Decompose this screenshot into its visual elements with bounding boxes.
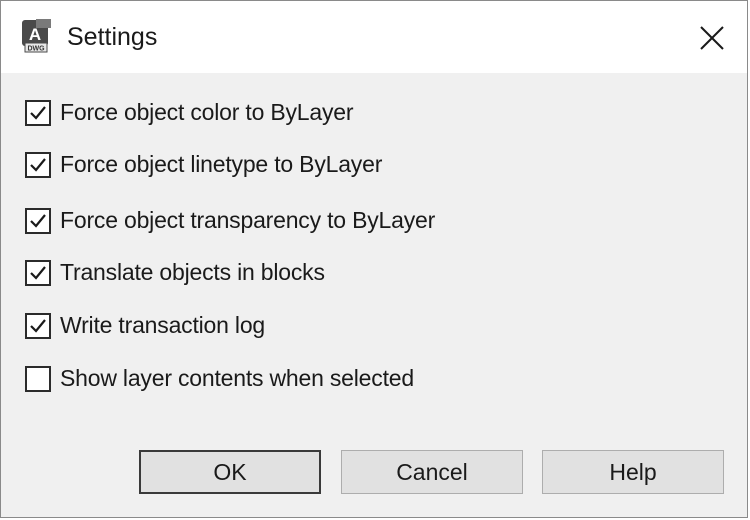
option-label: Write transaction log	[60, 312, 266, 338]
option-force-color[interactable]: Force object color to ByLayer	[25, 99, 354, 126]
checkbox[interactable]	[25, 259, 51, 286]
cancel-button[interactable]: Cancel	[341, 450, 523, 494]
option-label: Translate objects in blocks	[60, 259, 325, 285]
checkbox[interactable]	[25, 99, 51, 126]
checkbox[interactable]	[25, 312, 51, 339]
option-show-layer-contents[interactable]: Show layer contents when selected	[25, 365, 414, 392]
option-transaction-log[interactable]: Write transaction log	[25, 312, 265, 339]
option-label: Force object transparency to ByLayer	[60, 207, 436, 233]
ok-button[interactable]: OK	[139, 450, 321, 494]
svg-text:DWG: DWG	[27, 46, 45, 53]
option-force-linetype[interactable]: Force object linetype to ByLayer	[25, 151, 382, 178]
option-label: Force object linetype to ByLayer	[60, 151, 383, 177]
autocad-dwg-icon: A DWG	[21, 19, 53, 53]
help-button[interactable]: Help	[542, 450, 724, 494]
checkmark-icon	[30, 265, 46, 280]
checkmark-icon	[30, 157, 46, 172]
title-bar: A DWG Settings	[1, 1, 747, 73]
checkbox[interactable]	[25, 207, 51, 234]
checkmark-icon	[30, 105, 46, 120]
checkbox[interactable]	[25, 365, 51, 392]
checkbox[interactable]	[25, 151, 51, 178]
option-label: Force object color to ByLayer	[60, 99, 354, 125]
checkmark-icon	[30, 213, 46, 228]
option-translate-blocks[interactable]: Translate objects in blocks	[25, 259, 325, 286]
option-force-transparency[interactable]: Force object transparency to ByLayer	[25, 207, 435, 234]
checkmark-icon	[30, 318, 46, 333]
settings-dialog: A DWG Settings Force object color to ByL…	[0, 0, 748, 518]
close-icon	[700, 26, 724, 50]
dialog-title: Settings	[67, 23, 158, 51]
close-button[interactable]	[693, 19, 731, 57]
option-label: Show layer contents when selected	[60, 365, 414, 391]
